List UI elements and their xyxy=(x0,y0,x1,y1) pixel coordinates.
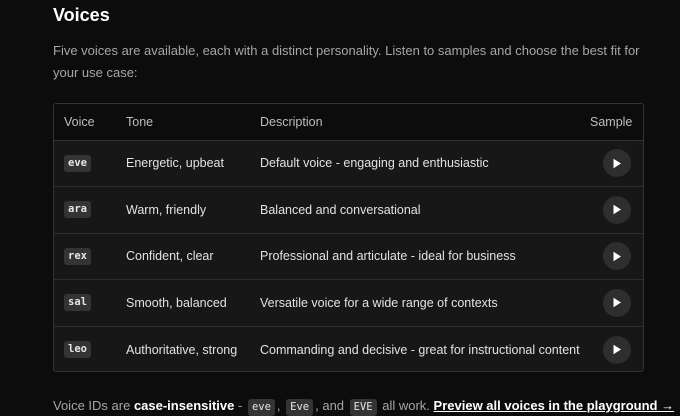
voice-id-code: eve xyxy=(64,154,91,172)
voice-description: Versatile voice for a wide range of cont… xyxy=(260,279,590,326)
voice-tone: Authoritative, strong xyxy=(126,325,260,371)
voices-table: Voice Tone Description Sample eve Energe… xyxy=(53,103,644,372)
play-sample-button[interactable] xyxy=(603,149,631,178)
table-header-row: Voice Tone Description Sample xyxy=(54,104,643,141)
voice-description: Professional and articulate - ideal for … xyxy=(260,232,590,280)
case-insensitive-note: Voice IDs are case-insensitive - eve, Ev… xyxy=(53,396,674,416)
voice-id-example: EVE xyxy=(349,399,377,416)
play-icon xyxy=(613,298,621,308)
play-icon xyxy=(613,251,621,261)
note-separator: , and xyxy=(315,398,348,413)
column-header-sample: Sample xyxy=(590,104,643,141)
note-suffix: all work. xyxy=(378,398,434,413)
voice-id-code: rex xyxy=(64,247,91,265)
voice-description: Default voice - engaging and enthusiasti… xyxy=(260,156,489,171)
table-row: rex Confident, clear Professional and ar… xyxy=(54,232,643,280)
play-sample-button[interactable] xyxy=(603,288,631,317)
page-title: Voices xyxy=(53,5,110,25)
play-icon xyxy=(613,205,621,215)
playground-preview-link[interactable]: Preview all voices in the playground → xyxy=(434,398,675,413)
column-header-tone: Tone xyxy=(126,104,260,141)
voices-section: Voices Five voices are available, each w… xyxy=(0,0,680,416)
column-header-voice: Voice xyxy=(54,104,126,141)
voice-id-code: ara xyxy=(64,201,91,219)
voice-description: Balanced and conversational xyxy=(260,186,590,233)
play-sample-button[interactable] xyxy=(603,242,631,271)
voice-tone: Warm, friendly xyxy=(126,186,260,233)
note-prefix: Voice IDs are xyxy=(53,398,134,413)
voice-id-code: leo xyxy=(64,341,91,358)
note-dash: - xyxy=(234,398,246,413)
table-row: ara Warm, friendly Balanced and conversa… xyxy=(54,186,643,233)
note-separator: , xyxy=(276,398,285,413)
play-icon xyxy=(613,158,621,168)
voice-id-code: sal xyxy=(64,294,91,312)
voice-tone: Confident, clear xyxy=(126,232,260,280)
column-header-description: Description xyxy=(260,104,590,141)
play-icon xyxy=(613,344,621,355)
voice-description: Commanding and decisive - great for inst… xyxy=(260,325,590,371)
table-row: eve Energetic, upbeat Default voice - en… xyxy=(54,140,643,187)
play-sample-button[interactable] xyxy=(603,195,631,224)
voice-tone: Energetic, upbeat xyxy=(126,156,224,171)
voice-tone: Smooth, balanced xyxy=(126,279,260,326)
table-row: leo Authoritative, strong Commanding and… xyxy=(54,325,643,371)
voice-id-example: Eve xyxy=(286,399,314,416)
voice-id-example: eve xyxy=(247,399,275,416)
play-sample-button[interactable] xyxy=(603,335,631,364)
intro-text: Five voices are available, each with a d… xyxy=(53,43,640,80)
note-emphasis: case-insensitive xyxy=(133,398,235,413)
table-row: sal Smooth, balanced Versatile voice for… xyxy=(54,279,643,326)
